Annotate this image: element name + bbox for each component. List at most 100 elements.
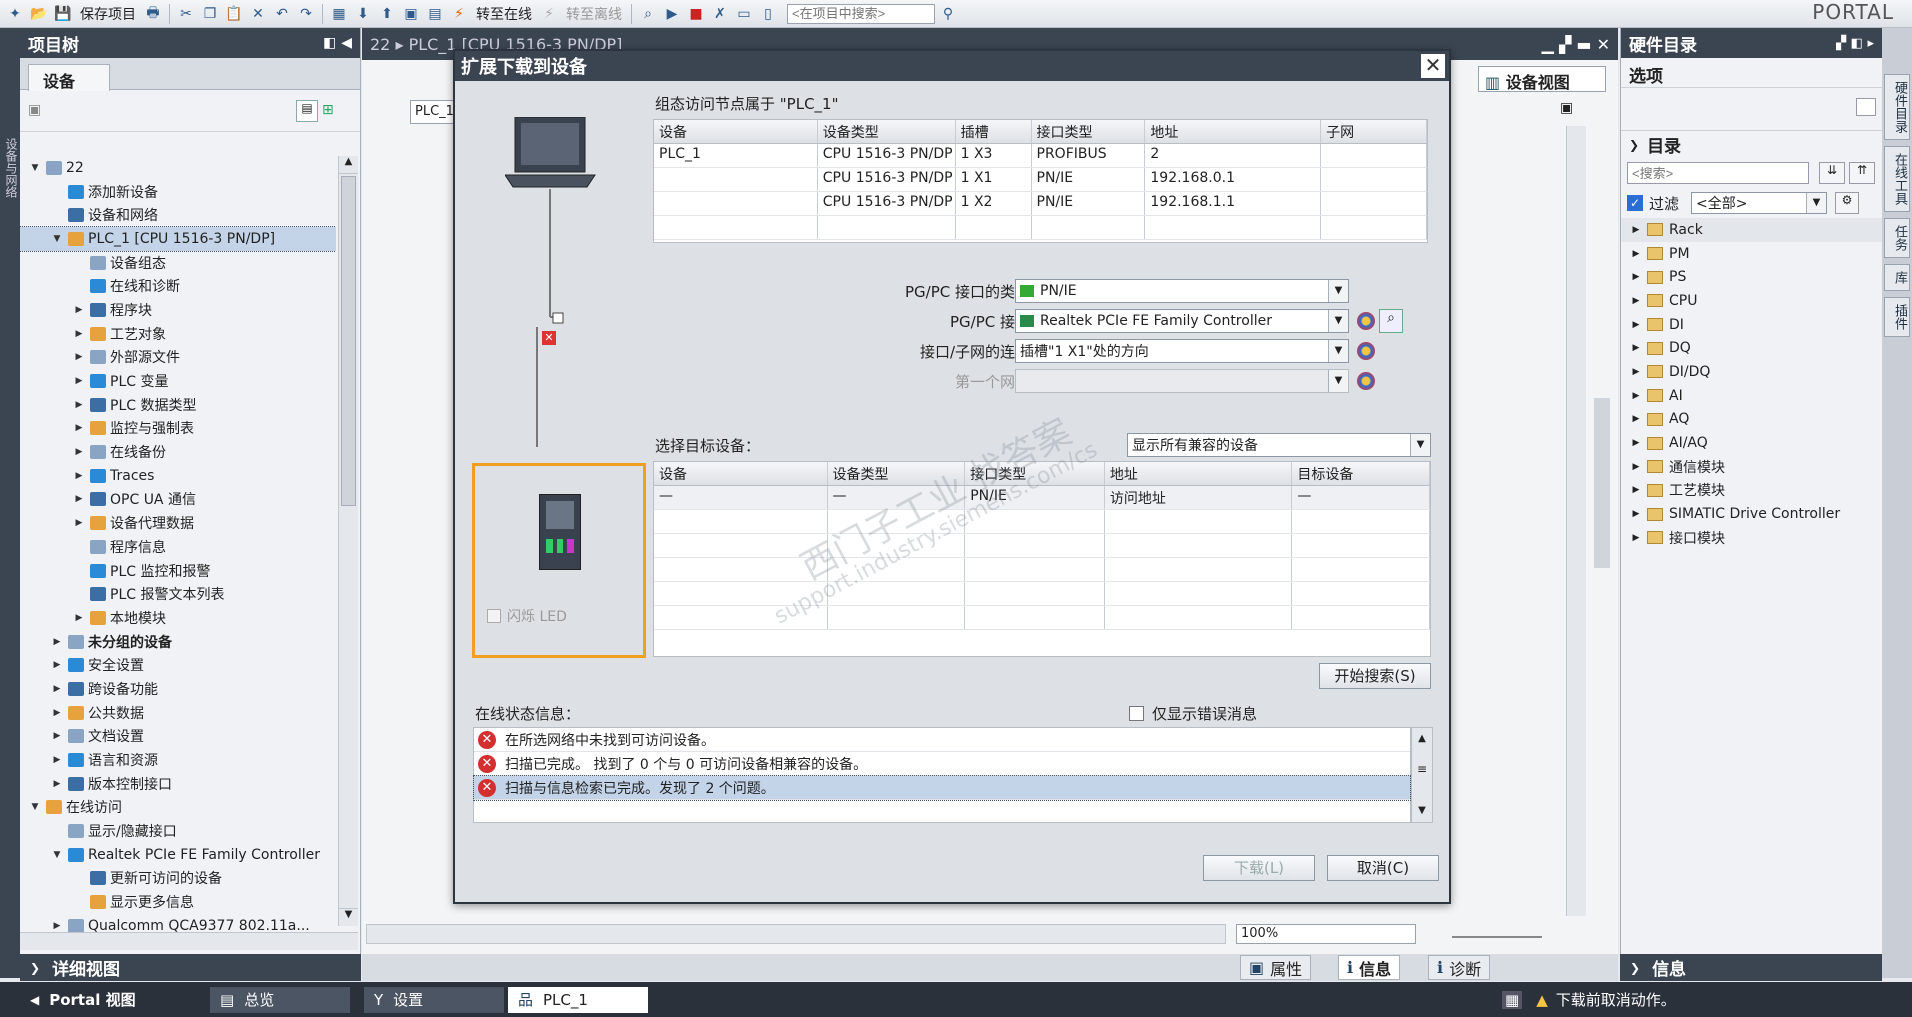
table-row[interactable]: PLC_1 CPU 1516-3 PN/DP 1 X3 PROFIBUS 2 xyxy=(654,144,1427,168)
interface-properties-icon[interactable] xyxy=(1357,312,1375,330)
info-section-bar[interactable]: ❯ 信息 xyxy=(1620,954,1882,981)
tree-scrollbar[interactable]: ▲ ▼ xyxy=(338,156,358,926)
expand-right-icon[interactable]: ▶ xyxy=(50,684,64,694)
panel-controls-icon[interactable]: ▞ ◧ ▸ xyxy=(1836,36,1874,51)
scroll-thumb-icon[interactable]: ≡ xyxy=(1412,758,1432,780)
search-up-icon[interactable]: ⇈ xyxy=(1849,162,1875,184)
expand-right-icon[interactable]: ▶ xyxy=(72,471,86,481)
table-row[interactable]: CPU 1516-3 PN/DP 1 X1 PN/IE 192.168.0.1 xyxy=(654,168,1427,192)
expand-down-icon[interactable]: ▼ xyxy=(28,163,42,173)
accessible-devices-icon[interactable]: ⌕ xyxy=(637,3,659,25)
open-project-icon[interactable]: 📂 xyxy=(28,3,50,25)
expand-right-icon[interactable]: ▶ xyxy=(50,708,64,718)
expand-right-icon[interactable]: ▶ xyxy=(72,518,86,528)
chevron-down-icon[interactable]: ▼ xyxy=(1328,310,1348,332)
column-header[interactable]: 目标设备 xyxy=(1292,462,1431,485)
tab-properties[interactable]: ▣ 属性 xyxy=(1240,955,1312,980)
message-scrollbar[interactable]: ▲ ≡ ▼ xyxy=(1411,727,1433,823)
dialog-close-button[interactable]: ✕ xyxy=(1421,54,1445,78)
expand-right-icon[interactable]: ▶ xyxy=(50,755,64,765)
expand-right-icon[interactable]: ▶ xyxy=(1629,462,1643,472)
go-online-icon[interactable]: ⚡ xyxy=(448,3,470,25)
expand-right-icon[interactable]: ▶ xyxy=(72,352,86,362)
tree-item[interactable]: 在线和诊断 xyxy=(20,274,336,298)
expand-right-icon[interactable]: ▶ xyxy=(1629,343,1643,353)
tree-item[interactable]: ▶ 工艺对象 xyxy=(20,322,336,346)
scroll-up-icon[interactable]: ▲ xyxy=(1412,728,1432,750)
table-row[interactable] xyxy=(654,558,1431,582)
expand-right-icon[interactable]: ▶ xyxy=(1629,438,1643,448)
flash-led-checkbox[interactable]: 闪烁 LED xyxy=(487,606,567,626)
scroll-up-icon[interactable]: ▲ xyxy=(339,156,358,174)
task-card-tab[interactable]: 硬件目录 xyxy=(1884,74,1910,140)
expand-right-icon[interactable]: ▶ xyxy=(72,613,86,623)
table-row[interactable] xyxy=(654,606,1431,630)
scroll-down-icon[interactable]: ▼ xyxy=(339,908,358,926)
column-header[interactable]: 子网 xyxy=(1321,120,1427,143)
expand-right-icon[interactable]: ▶ xyxy=(1629,320,1643,330)
expand-right-icon[interactable]: ▶ xyxy=(1629,296,1643,306)
devices-networks-vertical-label[interactable]: 设备与网络 xyxy=(3,138,20,198)
compile-icon[interactable]: ▦ xyxy=(328,3,350,25)
go-offline-button[interactable]: 转至离线 xyxy=(562,4,626,24)
collapse-panel-icon[interactable]: ◧ ◀ xyxy=(323,35,352,51)
table-row[interactable]: — — PN/IE 访问地址 — xyxy=(654,486,1431,510)
catalog-item[interactable]: ▶ AI/AQ xyxy=(1621,431,1882,455)
expand-right-icon[interactable]: ▶ xyxy=(50,921,64,931)
catalog-item[interactable]: ▶ AI xyxy=(1621,384,1882,408)
plc1-tab[interactable]: 品 PLC_1 xyxy=(508,986,648,1013)
expand-right-icon[interactable]: ▶ xyxy=(72,423,86,433)
tree-item[interactable]: ▶ Traces xyxy=(20,464,336,488)
project-search-input[interactable] xyxy=(787,3,935,24)
catalog-item[interactable]: ▶ DI xyxy=(1621,313,1882,337)
checkbox-box[interactable] xyxy=(487,609,501,623)
tab-devices[interactable]: 设备 xyxy=(28,64,110,91)
download-button[interactable]: 下载(L) xyxy=(1203,855,1315,881)
tree-item[interactable]: ▶ 安全设置 xyxy=(20,653,336,677)
task-card-tab[interactable]: 任务 xyxy=(1884,218,1910,258)
column-header[interactable]: 地址 xyxy=(1105,462,1293,485)
table-row[interactable] xyxy=(654,582,1431,606)
zoom-slider[interactable] xyxy=(1452,928,1542,938)
expand-right-icon[interactable]: ▶ xyxy=(1629,272,1643,282)
window-controls-icon[interactable]: ▁ ▞ ▬ ✕ xyxy=(1542,35,1610,54)
go-offline-icon[interactable]: ⚡ xyxy=(538,3,560,25)
chevron-down-icon[interactable]: ▼ xyxy=(1410,434,1430,456)
task-card-tab[interactable]: 在线工具 xyxy=(1884,146,1910,212)
new-project-icon[interactable]: ✦ xyxy=(4,3,26,25)
expand-right-icon[interactable]: ▶ xyxy=(1629,391,1643,401)
tree-item[interactable]: ▶ 外部源文件 xyxy=(20,346,336,370)
scroll-down-icon[interactable]: ▼ xyxy=(1412,800,1432,822)
task-card-tab[interactable]: 库 xyxy=(1884,264,1910,291)
catalog-item[interactable]: ▶ CPU xyxy=(1621,289,1882,313)
add-device-icon[interactable]: ⊞ xyxy=(322,102,334,118)
redo-icon[interactable]: ↷ xyxy=(295,3,317,25)
go-online-button[interactable]: 转至在线 xyxy=(472,4,536,24)
tree-item[interactable]: ▶ 在线备份 xyxy=(20,440,336,464)
search-down-icon[interactable]: ⇊ xyxy=(1819,162,1845,184)
first-gateway-combo[interactable]: ▼ xyxy=(1015,369,1349,393)
status-message-item[interactable]: ✕ 扫描与信息检索已完成。发现了 2 个问题。 xyxy=(473,775,1411,801)
tree-item[interactable]: 程序信息 xyxy=(20,535,336,559)
tree-item[interactable]: ▶ 跨设备功能 xyxy=(20,677,336,701)
status-window-icon[interactable]: ▦ xyxy=(1502,990,1523,1009)
expand-right-icon[interactable]: ▶ xyxy=(1629,485,1643,495)
tree-item[interactable]: ▶ 程序块 xyxy=(20,298,336,322)
zoom-icon[interactable]: ▣ xyxy=(1560,100,1573,116)
expand-right-icon[interactable]: ▶ xyxy=(1629,225,1643,235)
catalog-item[interactable]: ▶ SIMATIC Drive Controller xyxy=(1621,502,1882,526)
catalog-search-input[interactable] xyxy=(1627,162,1809,184)
start-search-button[interactable]: 开始搜索(S) xyxy=(1319,663,1431,689)
expand-down-icon[interactable]: ▼ xyxy=(28,802,42,812)
expand-right-icon[interactable]: ▶ xyxy=(50,637,64,647)
workspace-hscrollbar[interactable] xyxy=(366,924,1226,944)
tree-item[interactable]: ▶ 版本控制接口 xyxy=(20,772,336,796)
portal-view-button[interactable]: ◀ Portal 视图 xyxy=(0,986,210,1014)
tree-settings-icon[interactable]: ▣ xyxy=(28,102,41,118)
chevron-down-icon[interactable]: ▼ xyxy=(1328,340,1348,362)
catalog-item[interactable]: ▶ PS xyxy=(1621,265,1882,289)
interface-diagnostics-icon[interactable]: ⌕ xyxy=(1379,309,1403,333)
tree-item[interactable]: ▶ OPC UA 通信 xyxy=(20,488,336,512)
tree-item[interactable]: 设备和网络 xyxy=(20,203,336,227)
tree-item[interactable]: ▶ 语言和资源 xyxy=(20,748,336,772)
